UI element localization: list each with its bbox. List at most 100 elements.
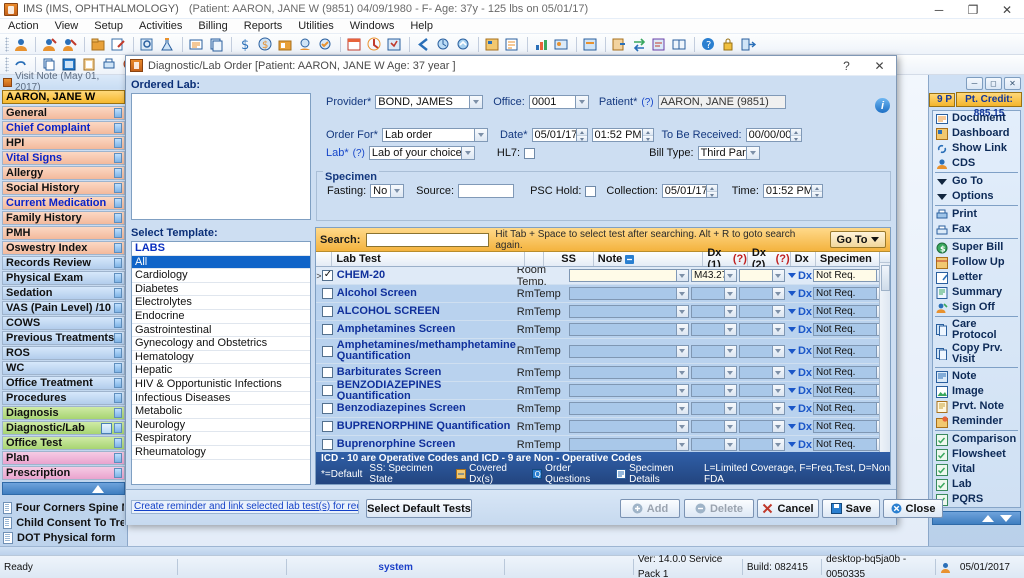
date-field[interactable]: 05/01/17 (532, 128, 588, 142)
action-panel-scroll[interactable] (932, 511, 1021, 525)
exit-icon[interactable] (740, 36, 758, 53)
dx2-select[interactable] (739, 438, 785, 451)
menu-help[interactable]: Help (402, 19, 441, 34)
dx2-select[interactable] (739, 305, 785, 318)
fasting-select[interactable]: No (370, 184, 404, 198)
chevron-down-icon[interactable] (788, 349, 796, 354)
sidebar-section-vas-pain-level-10[interactable]: VAS (Pain Level) /10 (2, 301, 125, 315)
note-select[interactable] (569, 287, 689, 300)
template-item-metabolic[interactable]: Metabolic (132, 405, 310, 419)
action-item-dashboard[interactable]: Dashboard (933, 126, 1020, 141)
specimen-select[interactable]: Not Req. (813, 366, 889, 379)
save-button[interactable]: Save (822, 499, 880, 518)
chevron-down-icon[interactable] (772, 324, 784, 335)
dx-link[interactable]: Dx (786, 303, 812, 320)
dx-link[interactable]: Dx (786, 382, 812, 399)
appointment-icon[interactable] (366, 36, 384, 53)
source-field[interactable] (458, 184, 514, 198)
chevron-down-icon[interactable] (676, 270, 688, 281)
lab-flask-icon[interactable] (159, 36, 177, 53)
note-select[interactable] (569, 305, 689, 318)
template-item-all[interactable]: All (132, 256, 310, 270)
sidebar-scroll-up[interactable] (2, 482, 125, 495)
action-item-care-protocol[interactable]: Care Protocol (933, 318, 1020, 342)
header-specimen[interactable]: Specimen (816, 252, 885, 266)
chevron-down-icon[interactable] (676, 385, 688, 396)
sidebar-section-diagnosis[interactable]: Diagnosis (2, 406, 125, 420)
dx1-select[interactable] (691, 287, 737, 300)
lab-test-name[interactable]: Benzodiazepines Screen (333, 400, 517, 417)
chevron-down-icon[interactable] (772, 439, 784, 450)
dx1-select[interactable] (691, 345, 737, 358)
lab-test-checkbox[interactable] (322, 367, 333, 378)
time-field[interactable]: 01:52 PM (592, 128, 654, 142)
add-button[interactable]: Add (620, 499, 680, 518)
chevron-down-icon[interactable] (676, 403, 688, 414)
template-item-neurology[interactable]: Neurology (132, 419, 310, 433)
action-item-copy-prv-visit[interactable]: Copy Prv. Visit (933, 342, 1020, 366)
sidebar-section-cows[interactable]: COWS (2, 316, 125, 330)
table-row[interactable]: ALCOHOL SCREENRmTempDxNot Req. (316, 303, 890, 321)
template-item-hiv-opportunistic-infections[interactable]: HIV & Opportunistic Infections (132, 378, 310, 392)
action-item-go-to[interactable]: Go To (933, 174, 1020, 189)
chevron-down-icon[interactable] (788, 273, 796, 278)
sidebar-section-wc[interactable]: WC (2, 361, 125, 375)
sidebar-section-expander[interactable] (114, 138, 122, 148)
chevron-down-icon[interactable] (772, 385, 784, 396)
menu-action[interactable]: Action (0, 19, 47, 34)
chevron-down-icon[interactable] (676, 421, 688, 432)
menu-windows[interactable]: Windows (342, 19, 403, 34)
specimen-select[interactable]: Not Req. (813, 420, 889, 433)
template-item-endocrine[interactable]: Endocrine (132, 310, 310, 324)
chevron-down-icon[interactable] (724, 421, 736, 432)
sidebar-section-ros[interactable]: ROS (2, 346, 125, 360)
sidebar-section-office-test[interactable]: Office Test (2, 436, 125, 450)
payment-icon[interactable]: $ (257, 36, 275, 53)
dx1-select[interactable] (691, 305, 737, 318)
sidebar-section-expander[interactable] (114, 183, 122, 193)
template-item-diabetes[interactable]: Diabetes (132, 283, 310, 297)
menu-reports[interactable]: Reports (236, 19, 291, 34)
dx1-select[interactable] (691, 402, 737, 415)
psc-hold-checkbox[interactable] (585, 186, 596, 197)
action-item-lab[interactable]: Lab (933, 477, 1020, 492)
chevron-down-icon[interactable] (772, 270, 784, 281)
note-select[interactable] (569, 366, 689, 379)
lab-test-name[interactable]: BENZODIAZEPINES Quantification (333, 382, 517, 399)
action-item-cds[interactable]: CDS (933, 156, 1020, 171)
sidebar-section-expander[interactable] (114, 303, 122, 313)
sidebar-section-expander[interactable] (114, 273, 122, 283)
chevron-down-icon[interactable] (772, 346, 784, 357)
note-select[interactable] (569, 438, 689, 451)
sidebar-section-previous-treatments[interactable]: Previous Treatments (2, 331, 125, 345)
ordered-lab-listbox[interactable] (131, 93, 311, 220)
inner-maximize-button[interactable]: ◻ (985, 77, 1002, 90)
action-item-super-bill[interactable]: $Super Bill (933, 240, 1020, 255)
specimen-select[interactable]: Not Req. (813, 402, 889, 415)
menu-billing[interactable]: Billing (190, 19, 235, 34)
specimen-select[interactable]: Not Req. (813, 384, 889, 397)
table-row[interactable]: Benzodiazepines ScreenRmTempDxNot Req. (316, 400, 890, 418)
info-icon[interactable]: i (875, 98, 890, 113)
dx1-select[interactable] (691, 384, 737, 397)
dx2-select[interactable] (739, 366, 785, 379)
sidebar-section-current-medication[interactable]: Current Medication (2, 196, 125, 210)
action-item-options[interactable]: Options (933, 189, 1020, 204)
close-button[interactable]: ✕ (990, 0, 1024, 19)
template-item-cardiology[interactable]: Cardiology (132, 269, 310, 283)
dx1-select[interactable] (691, 366, 737, 379)
table-row[interactable]: Amphetamines ScreenRmTempDxNot Req. (316, 321, 890, 339)
sidebar-section-hpi[interactable]: HPI (2, 136, 125, 150)
menu-setup[interactable]: Setup (86, 19, 131, 34)
chevron-down-icon[interactable] (788, 442, 796, 447)
dx-link[interactable]: Dx (786, 339, 812, 363)
delete-button[interactable]: Delete (684, 499, 754, 518)
id-card-icon[interactable] (553, 36, 571, 53)
provider-select[interactable]: BOND, JAMES (375, 95, 483, 109)
chevron-down-icon[interactable] (772, 288, 784, 299)
dx1-select[interactable] (691, 438, 737, 451)
book-icon[interactable] (671, 36, 689, 53)
specimen-select[interactable]: Not Req. (813, 305, 889, 318)
dx2-select[interactable] (739, 402, 785, 415)
archive-icon[interactable] (582, 36, 600, 53)
